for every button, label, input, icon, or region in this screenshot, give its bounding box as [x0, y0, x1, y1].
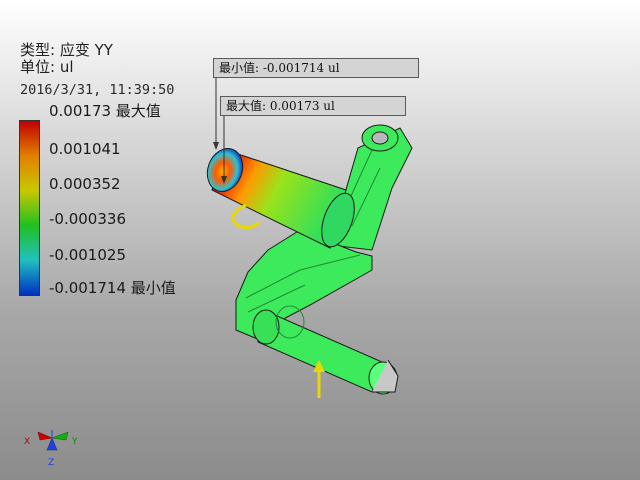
max-value-callout: 最大值: 0.00173 ul: [220, 96, 406, 116]
triad-x-label: X: [24, 437, 30, 447]
axis-triad[interactable]: X Y Z: [18, 420, 88, 470]
min-value-callout: 最小值: -0.001714 ul: [213, 58, 419, 78]
triad-z-axis: Z: [46, 430, 58, 468]
triad-y-axis: Y: [51, 431, 78, 447]
lower-cylinder: [252, 305, 399, 395]
triad-y-label: Y: [71, 437, 78, 447]
upper-cylinder: [206, 148, 355, 249]
min-callout-leader: [213, 78, 219, 150]
triad-z-label: Z: [48, 458, 54, 468]
triad-x-axis: X: [24, 431, 53, 447]
